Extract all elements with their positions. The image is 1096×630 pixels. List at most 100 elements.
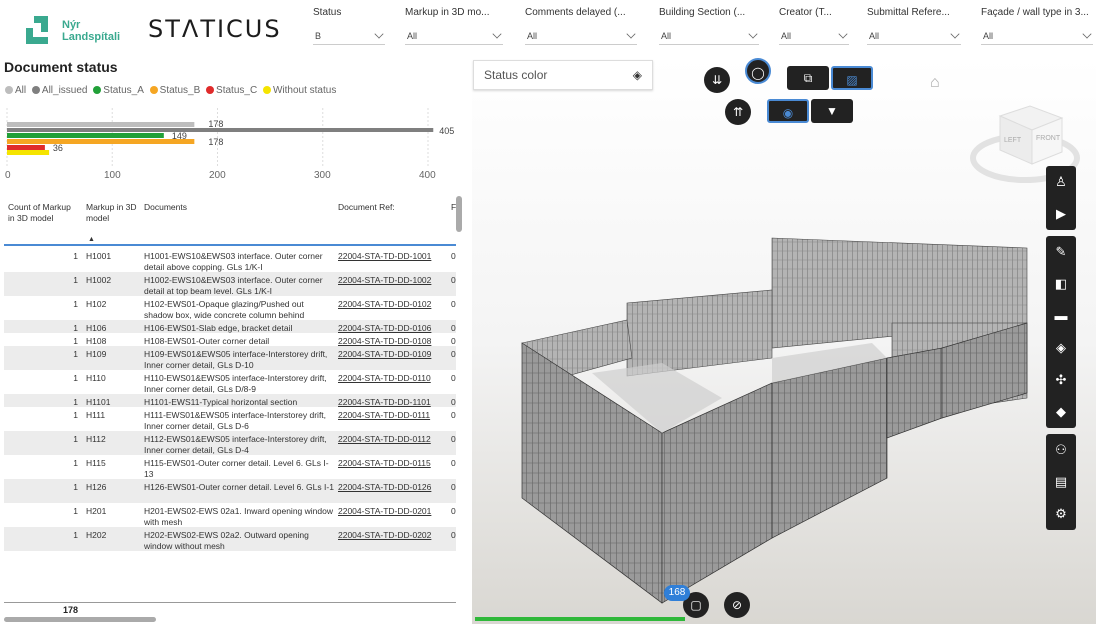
cell-document-ref[interactable]: 22004-STA-TD-DD-1002	[338, 275, 448, 286]
settings-gear-icon[interactable]: ⚙	[1046, 498, 1076, 530]
table-row[interactable]: 1 H126 H126-EWS01-Outer corner detail. Lev…	[4, 479, 456, 503]
legend-item-status-c[interactable]: Status_C	[206, 85, 257, 96]
legend-item-without-status[interactable]: Without status	[262, 85, 336, 96]
bar-status-b[interactable]	[7, 139, 195, 144]
slicer-markup-3d[interactable]: Markup in 3D mo... All	[405, 7, 503, 47]
slicer-dropdown[interactable]: All	[405, 27, 503, 45]
slicer-creator[interactable]: Creator (T... All	[779, 7, 849, 47]
cell-f: 0	[451, 410, 456, 420]
table-row[interactable]: 1 H111 H111-EWS01&EWS05 interface-Intersto…	[4, 407, 456, 431]
folder-icon[interactable]: ▬	[1046, 300, 1076, 332]
slicer-value: B	[315, 31, 322, 41]
cell-document-ref[interactable]: 22004-STA-TD-DD-0109	[338, 349, 448, 360]
slicer-dropdown[interactable]: B	[313, 27, 385, 45]
slicer-label: Markup in 3D mo...	[405, 7, 490, 18]
x-tick-label: 300	[314, 170, 331, 181]
legend-dot-icon	[262, 86, 271, 94]
model-cube-icon[interactable]: ◆	[1046, 396, 1076, 428]
column-header-documents[interactable]: Documents	[144, 202, 187, 213]
cell-document: H201-EWS02-EWS 02a1. Inward opening wind…	[144, 506, 333, 527]
table-row[interactable]: 1 H110 H110-EWS01&EWS05 interface-Intersto…	[4, 370, 456, 394]
table-row[interactable]: 1 H108 H108-EWS01-Outer corner detail 22004…	[4, 333, 456, 346]
cell-document-ref[interactable]: 22004-STA-TD-DD-0102	[338, 299, 448, 310]
home-icon[interactable]: ⌂	[930, 74, 940, 92]
slicer-building-section[interactable]: Building Section (... All	[659, 7, 759, 47]
slicer-submittal-reference[interactable]: Submittal Refere... All	[867, 7, 961, 47]
status-color-dropdown[interactable]: Status color ◈	[473, 60, 653, 90]
legend-item-all-issued[interactable]: All_issued	[31, 85, 88, 96]
legend-label: All_issued	[41, 85, 88, 96]
camera-icon[interactable]: ▶	[1046, 198, 1076, 230]
section-box-button[interactable]: ⧉	[787, 66, 829, 90]
properties-icon[interactable]: ▤	[1046, 466, 1076, 498]
load-progress-bar	[475, 617, 685, 621]
legend-item-status-b[interactable]: Status_B	[149, 85, 200, 96]
table-row[interactable]: 1 H115 H115-EWS01-Outer corner detail. Lev…	[4, 455, 456, 479]
x-tick-label: 0	[5, 170, 11, 181]
slicer-facade-wall-type[interactable]: Façade / wall type in 3... All	[981, 7, 1093, 47]
explode-model-icon[interactable]: ✣	[1046, 364, 1076, 396]
layers-icon: ◈	[632, 68, 642, 82]
bar-data-label: 149	[172, 131, 187, 141]
column-header-markup[interactable]: Markup in 3D model	[86, 202, 140, 224]
orbit-target-button[interactable]: ◯	[745, 58, 771, 84]
slicer-dropdown[interactable]: All	[981, 27, 1093, 45]
cell-f: 0	[451, 275, 456, 285]
clear-filter-button[interactable]: ⊘	[724, 592, 750, 618]
table-row[interactable]: 1 H1002 H1002-EWS10&EWS03 interface. Outer…	[4, 272, 456, 296]
documents-table: Count of Markup in 3D model Markup in 3D…	[4, 196, 456, 602]
table-horizontal-scrollbar[interactable]	[4, 617, 156, 622]
cube-face-front: FRONT	[1036, 135, 1061, 142]
slicer-dropdown[interactable]: All	[779, 27, 849, 45]
filter-button[interactable]: ▼	[811, 99, 853, 123]
table-row[interactable]: 1 H106 H106-EWS01-Slab edge, bracket detai…	[4, 320, 456, 333]
slicer-dropdown[interactable]: All	[525, 27, 637, 45]
table-row[interactable]: 1 H201 H201-EWS02-EWS 02a1. Inward opening…	[4, 503, 456, 527]
table-row[interactable]: 1 H1101 H1101-EWS11-Typical horizontal sec…	[4, 394, 456, 407]
legend-item-all[interactable]: All	[5, 85, 26, 96]
upload-arrow-button[interactable]: ⇈	[725, 99, 751, 125]
bar-status-c[interactable]	[7, 145, 45, 150]
table-row[interactable]: 1 H1001 H1001-EWS10&EWS03 interface. Outer…	[4, 248, 456, 272]
focus-selection-button[interactable]: ◉	[767, 99, 809, 123]
cell-document: H202-EWS02-EWS 02a2. Outward opening win…	[144, 530, 309, 551]
table-row[interactable]: 1 H102 H102-EWS01-Opaque glazing/Pushed ou…	[4, 296, 456, 320]
logo-text-nyr: Nýr	[62, 19, 81, 31]
slicer-dropdown[interactable]: All	[659, 27, 759, 45]
cell-document-ref[interactable]: 22004-STA-TD-DD-0112	[338, 434, 448, 445]
cell-document-ref[interactable]: 22004-STA-TD-DD-0126	[338, 482, 448, 493]
legend-label: Status_C	[216, 85, 258, 96]
table-vertical-scrollbar[interactable]	[456, 196, 462, 232]
xray-toggle-button[interactable]: ▨	[831, 66, 873, 90]
slicer-comments-delayed[interactable]: Comments delayed (... All	[525, 7, 637, 47]
bar-data-label: 178	[208, 137, 223, 147]
layers-stack-icon[interactable]: ◈	[1046, 332, 1076, 364]
bar-without-status[interactable]	[7, 150, 50, 155]
first-person-icon[interactable]: ♙	[1046, 166, 1076, 198]
cell-document-ref[interactable]: 22004-STA-TD-DD-0115	[338, 458, 448, 469]
measure-icon[interactable]: ✎	[1046, 236, 1076, 268]
cell-document-ref[interactable]: 22004-STA-TD-DD-0111	[338, 410, 448, 421]
cell-document: H102-EWS01-Opaque glazing/Pushed out sha…	[144, 299, 305, 320]
cell-document-ref[interactable]: 22004-STA-TD-DD-0110	[338, 373, 448, 384]
slicer-status[interactable]: Status B	[313, 7, 385, 47]
cell-document: H1002-EWS10&EWS03 interface. Outer corne…	[144, 275, 323, 296]
column-header-count[interactable]: Count of Markup in 3D model	[8, 202, 74, 224]
bar-all[interactable]	[7, 122, 195, 127]
section-plane-icon[interactable]: ◧	[1046, 268, 1076, 300]
viewer-right-toolbar: ♙ ▶ ✎ ◧ ▬ ◈ ✣ ◆ ⚇ ▤ ⚙	[1046, 166, 1076, 536]
model-tree-icon[interactable]: ⚇	[1046, 434, 1076, 466]
arrow-up-icon: ⇈	[732, 105, 744, 119]
table-row[interactable]: 1 H109 H109-EWS01&EWS05 interface-Intersto…	[4, 346, 456, 370]
column-header-document-ref[interactable]: Document Ref:	[338, 202, 395, 213]
cell-document-ref[interactable]: 22004-STA-TD-DD-0201	[338, 506, 448, 517]
cell-document: H126-EWS01-Outer corner detail. Level 6.…	[144, 482, 334, 492]
table-row[interactable]: 1 H112 H112-EWS01&EWS05 interface-Intersto…	[4, 431, 456, 455]
bar-status-a[interactable]	[7, 133, 164, 138]
cell-document-ref[interactable]: 22004-STA-TD-DD-0202	[338, 530, 448, 541]
table-row[interactable]: 1 H202 H202-EWS02-EWS 02a2. Outward openin…	[4, 527, 456, 551]
legend-item-status-a[interactable]: Status_A	[93, 85, 144, 96]
cell-document-ref[interactable]: 22004-STA-TD-DD-1001	[338, 251, 448, 262]
slicer-dropdown[interactable]: All	[867, 27, 961, 45]
download-arrow-button[interactable]: ⇊	[704, 67, 730, 93]
